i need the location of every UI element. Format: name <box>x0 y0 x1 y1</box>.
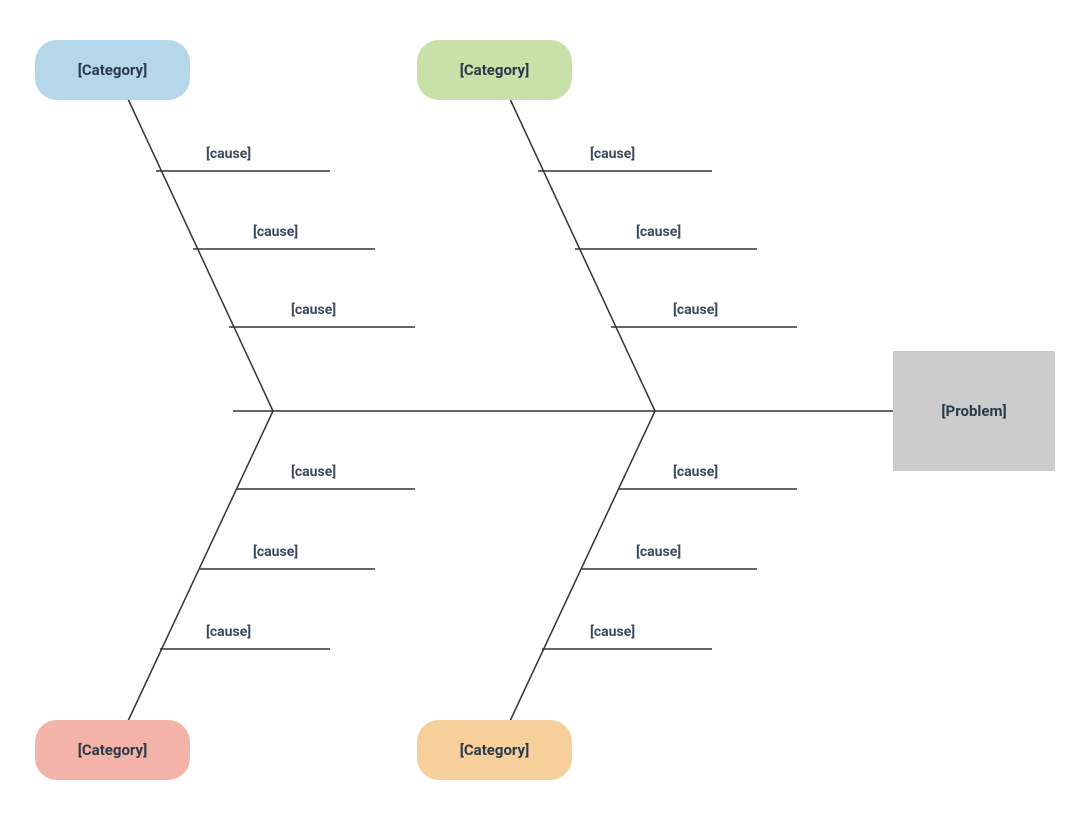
cause-label[interactable]: [cause] <box>291 302 336 318</box>
category-bottom-right[interactable]: [Category] <box>417 720 572 780</box>
cause-label[interactable]: [cause] <box>636 544 681 560</box>
category-label: [Category] <box>460 741 530 759</box>
cause-label[interactable]: [cause] <box>590 624 635 640</box>
cause-label[interactable]: [cause] <box>206 146 251 162</box>
cause-label[interactable]: [cause] <box>206 624 251 640</box>
category-bottom-left[interactable]: [Category] <box>35 720 190 780</box>
cause-label[interactable]: [cause] <box>253 224 298 240</box>
cause-label[interactable]: [cause] <box>253 544 298 560</box>
cause-label[interactable]: [cause] <box>636 224 681 240</box>
problem-box[interactable]: [Problem] <box>893 351 1055 471</box>
category-label: [Category] <box>78 61 148 79</box>
category-label: [Category] <box>78 741 148 759</box>
problem-label: [Problem] <box>941 402 1006 420</box>
cause-label[interactable]: [cause] <box>673 302 718 318</box>
category-top-left[interactable]: [Category] <box>35 40 190 100</box>
category-label: [Category] <box>460 61 530 79</box>
cause-label[interactable]: [cause] <box>673 464 718 480</box>
cause-label[interactable]: [cause] <box>291 464 336 480</box>
cause-label[interactable]: [cause] <box>590 146 635 162</box>
category-top-right[interactable]: [Category] <box>417 40 572 100</box>
